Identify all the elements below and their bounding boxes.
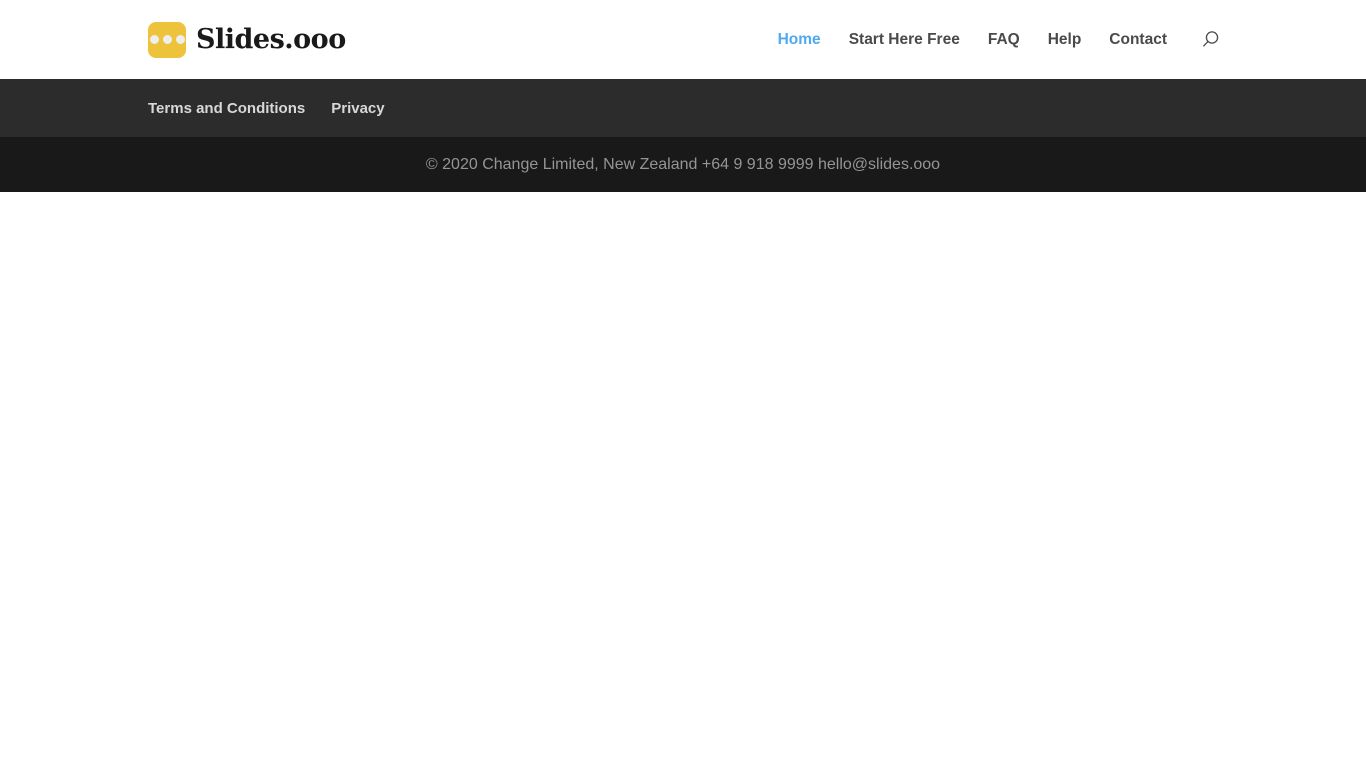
primary-navigation: Home Start Here Free FAQ Help Contact: [764, 0, 1221, 79]
copyright-text: © 2020 Change Limited, New Zealand +64 9…: [425, 155, 941, 173]
footer-item-privacy[interactable]: Privacy: [331, 100, 410, 117]
site-header: Slides.ooo Home Start Here Free FAQ Help…: [0, 0, 1366, 79]
site-footer: Terms and Conditions Privacy © 2020 Chan…: [0, 79, 1366, 192]
footer-copyright-band: © 2020 Change Limited, New Zealand +64 9…: [0, 137, 1366, 192]
logo-dot-1: [149, 35, 159, 44]
nav-item-faq[interactable]: FAQ: [974, 0, 1034, 79]
logo-dot-3: [175, 35, 185, 44]
nav-item-start-here-free[interactable]: Start Here Free: [835, 0, 974, 79]
footer-item-terms-and-conditions[interactable]: Terms and Conditions: [148, 100, 331, 117]
nav-item-contact[interactable]: Contact: [1095, 0, 1181, 79]
brand-logo-link[interactable]: Slides.ooo: [148, 21, 346, 58]
slides-logo-icon: [148, 21, 186, 58]
page-body: [0, 192, 1366, 768]
footer-navigation: Terms and Conditions Privacy: [148, 100, 411, 117]
logo-dot-2: [162, 35, 172, 44]
search-icon[interactable]: [1181, 29, 1221, 51]
nav-item-help[interactable]: Help: [1034, 0, 1096, 79]
nav-item-home[interactable]: Home: [764, 0, 835, 79]
brand-name: Slides.ooo: [196, 24, 346, 55]
footer-nav-band: Terms and Conditions Privacy: [0, 79, 1366, 137]
